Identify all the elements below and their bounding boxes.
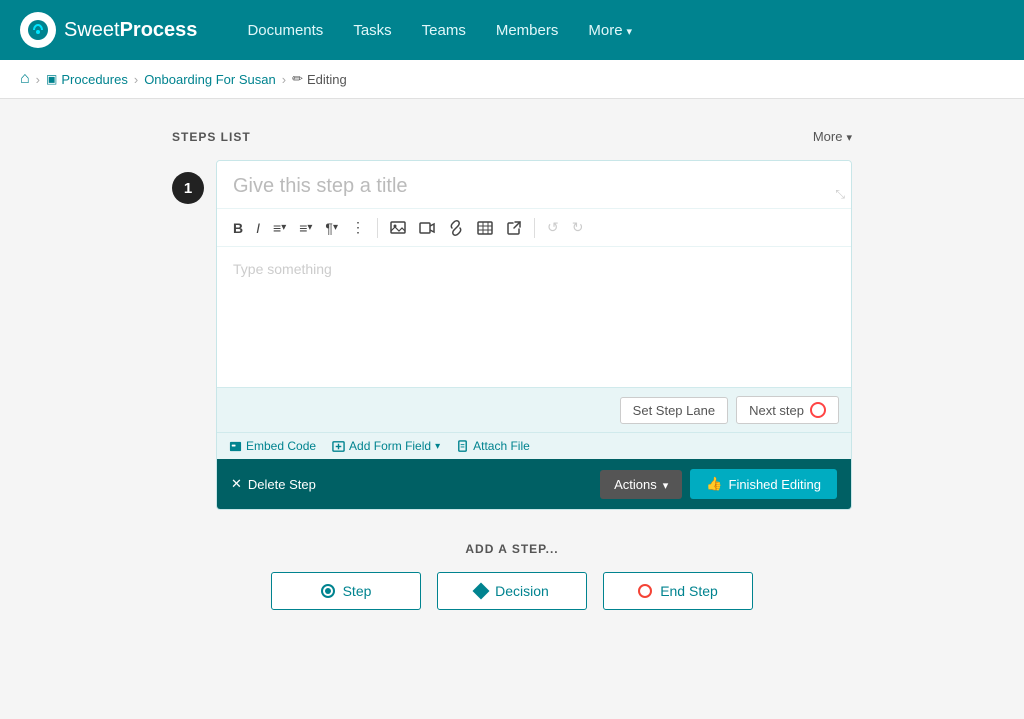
steps-more-chevron-icon bbox=[846, 129, 852, 144]
toolbar-separator-1 bbox=[377, 218, 378, 238]
attach-file-link[interactable]: Attach File bbox=[456, 439, 530, 453]
nav-tasks[interactable]: Tasks bbox=[353, 22, 391, 39]
resize-icon: ⤡ bbox=[835, 187, 845, 202]
add-end-step-button[interactable]: End Step bbox=[603, 572, 753, 610]
procedures-icon: ▣ bbox=[46, 72, 57, 86]
nav-links: Documents Tasks Teams Members More bbox=[247, 22, 632, 39]
toolbar-history-group: ↺ ↻ bbox=[541, 215, 589, 240]
toolbar-unordered-list-button[interactable]: ≡▾ bbox=[293, 216, 318, 240]
brand-name: SweetProcess bbox=[64, 19, 197, 42]
thumbsup-icon: 👍 bbox=[706, 476, 722, 492]
toolbar-italic-button[interactable]: I bbox=[250, 216, 266, 240]
add-step-label: ADD A STEP... bbox=[172, 542, 852, 556]
diamond-icon bbox=[473, 583, 490, 600]
embed-row: Embed Code Add Form Field ▾ bbox=[217, 432, 851, 459]
add-step-button[interactable]: Step bbox=[271, 572, 421, 610]
nav-more-dropdown[interactable]: More bbox=[588, 22, 632, 39]
chevron-down-icon bbox=[627, 22, 633, 39]
toolbar-separator-2 bbox=[534, 218, 535, 238]
editor-toolbar: B I ≡▾ ≡▾ ¶▾ ⋮ bbox=[217, 209, 851, 247]
delete-icon: ✕ bbox=[231, 476, 242, 492]
toolbar-format-group: B I ≡▾ ≡▾ ¶▾ ⋮ bbox=[227, 215, 371, 240]
toolbar-video-button[interactable] bbox=[413, 216, 441, 240]
step-title-input[interactable] bbox=[217, 161, 851, 208]
edit-icon: ✏ bbox=[292, 71, 303, 87]
nav-teams[interactable]: Teams bbox=[422, 22, 466, 39]
breadcrumb-sep-1: › bbox=[36, 72, 40, 87]
steps-list-header: STEPS LIST More bbox=[172, 129, 852, 144]
home-icon[interactable]: ⌂ bbox=[20, 70, 30, 88]
title-row: ⤡ bbox=[217, 161, 851, 209]
embed-code-link[interactable]: Embed Code bbox=[229, 439, 316, 453]
breadcrumb-page[interactable]: Onboarding For Susan bbox=[144, 72, 276, 87]
step-card: ⤡ B I ≡▾ ≡▾ ¶▾ ⋮ bbox=[216, 160, 852, 510]
toolbar-bold-button[interactable]: B bbox=[227, 216, 249, 240]
circle-empty-icon bbox=[638, 584, 652, 598]
step-actions-row: Set Step Lane Next step bbox=[217, 387, 851, 432]
toolbar-link-button[interactable] bbox=[442, 216, 470, 240]
breadcrumb-sep-2: › bbox=[134, 72, 138, 87]
add-decision-button[interactable]: Decision bbox=[437, 572, 587, 610]
finished-editing-button[interactable]: 👍 Finished Editing bbox=[690, 469, 837, 499]
add-form-field-link[interactable]: Add Form Field ▾ bbox=[332, 439, 440, 453]
brand-logo[interactable]: SweetProcess bbox=[20, 12, 197, 48]
add-step-buttons: Step Decision End Step bbox=[172, 572, 852, 610]
set-step-lane-button[interactable]: Set Step Lane bbox=[620, 397, 728, 424]
next-step-button[interactable]: Next step bbox=[736, 396, 839, 424]
breadcrumb: ⌂ › ▣ Procedures › Onboarding For Susan … bbox=[0, 60, 1024, 99]
step-footer: ✕ Delete Step Actions 👍 Finished Editing bbox=[217, 459, 851, 509]
toolbar-image-button[interactable] bbox=[384, 216, 412, 240]
breadcrumb-sep-3: › bbox=[282, 72, 286, 87]
toolbar-ordered-list-button[interactable]: ≡▾ bbox=[267, 216, 292, 240]
toolbar-undo-button[interactable]: ↺ bbox=[541, 215, 565, 240]
navbar: SweetProcess Documents Tasks Teams Membe… bbox=[0, 0, 1024, 60]
nav-members[interactable]: Members bbox=[496, 22, 559, 39]
delete-step-button[interactable]: ✕ Delete Step bbox=[231, 476, 316, 492]
step-container: 1 ⤡ B I ≡▾ ≡▾ ¶▾ bbox=[172, 160, 852, 510]
editor-placeholder: Type something bbox=[233, 261, 332, 277]
add-step-section: ADD A STEP... Step Decision End Step bbox=[172, 542, 852, 610]
step-number-badge: 1 bbox=[172, 172, 204, 204]
toolbar-table-button[interactable] bbox=[471, 216, 499, 240]
toolbar-paragraph-button[interactable]: ¶▾ bbox=[319, 216, 344, 240]
footer-right: Actions 👍 Finished Editing bbox=[600, 469, 837, 499]
steps-more-button[interactable]: More bbox=[813, 129, 852, 144]
toolbar-external-button[interactable] bbox=[500, 216, 528, 240]
steps-list-label: STEPS LIST bbox=[172, 130, 251, 144]
radio-icon bbox=[321, 584, 335, 598]
toolbar-media-group bbox=[384, 216, 528, 240]
brand-icon bbox=[20, 12, 56, 48]
breadcrumb-procedures[interactable]: ▣ Procedures bbox=[46, 72, 128, 87]
toolbar-redo-button[interactable]: ↻ bbox=[566, 215, 590, 240]
next-step-circle-icon bbox=[810, 402, 826, 418]
actions-button[interactable]: Actions bbox=[600, 470, 682, 499]
toolbar-more-button[interactable]: ⋮ bbox=[345, 215, 371, 240]
actions-chevron-icon bbox=[663, 477, 669, 492]
editor-body[interactable]: Type something bbox=[217, 247, 851, 387]
nav-documents[interactable]: Documents bbox=[247, 22, 323, 39]
main-content: STEPS LIST More 1 ⤡ B I ≡▾ bbox=[0, 99, 1024, 718]
breadcrumb-current: ✏ Editing bbox=[292, 71, 347, 87]
form-field-chevron-icon: ▾ bbox=[435, 441, 440, 452]
